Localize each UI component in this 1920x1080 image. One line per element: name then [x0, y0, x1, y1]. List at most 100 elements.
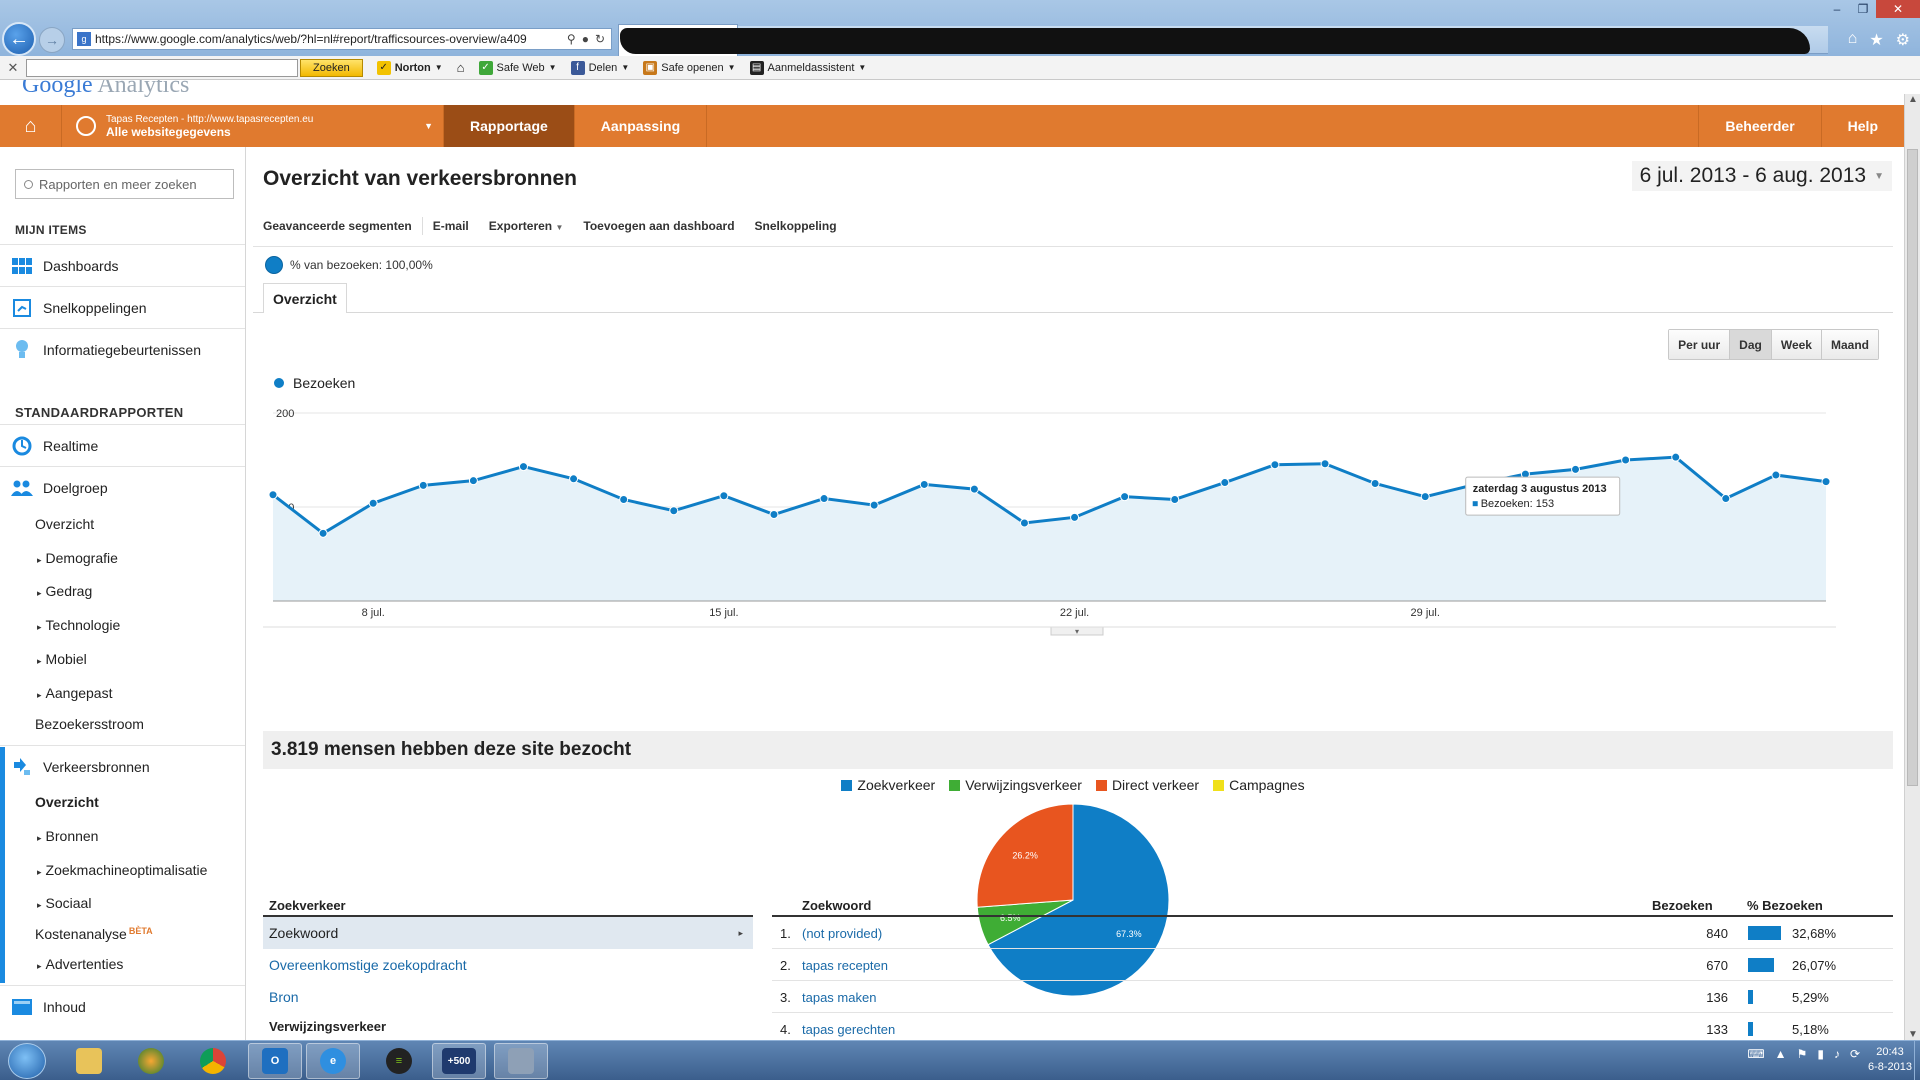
- date-range-picker[interactable]: 6 jul. 2013 - 6 aug. 2013 ▼: [1631, 161, 1892, 191]
- sidebar-item-traffic-sources[interactable]: Verkeersbronnen: [0, 745, 245, 787]
- close-icon[interactable]: ✕: [1876, 0, 1920, 18]
- star-icon[interactable]: ★: [1869, 30, 1883, 50]
- sidebar-item-shortcuts[interactable]: Snelkoppelingen: [0, 286, 245, 328]
- norton-menu[interactable]: ✓ Norton ▼: [376, 60, 443, 75]
- taskbar-chrome[interactable]: [186, 1043, 240, 1079]
- dimension-matched-query[interactable]: Overeenkomstige zoekopdracht: [263, 949, 753, 981]
- safe-open-button[interactable]: ▣ Safe openen ▼: [643, 60, 736, 75]
- sidebar-sub-traffic-overview[interactable]: Overzicht: [35, 794, 99, 810]
- network-icon[interactable]: ▮: [1817, 1047, 1824, 1061]
- visits-line-chart[interactable]: 2001008 jul.15 jul.22 jul.29 jul.▾zaterd…: [253, 393, 1893, 723]
- address-bar[interactable]: g https://www.google.com/analytics/web/?…: [72, 28, 612, 50]
- granularity-week[interactable]: Week: [1770, 330, 1821, 359]
- sidebar-item-content[interactable]: Inhoud: [0, 985, 245, 1027]
- help-link[interactable]: Help: [1820, 105, 1904, 147]
- keyword-link[interactable]: (not provided): [802, 926, 882, 941]
- gear-icon[interactable]: ⚙: [1896, 30, 1910, 50]
- report-search-input[interactable]: Rapporten en meer zoeken: [15, 169, 234, 199]
- email-button[interactable]: E-mail: [423, 219, 479, 233]
- vertical-scrollbar[interactable]: ▲ ▼: [1904, 94, 1920, 1040]
- pie-legend-item[interactable]: Direct verkeer: [1095, 777, 1199, 793]
- back-button[interactable]: ←: [2, 22, 36, 56]
- sidebar-sub-technology[interactable]: ▸ Technologie: [37, 617, 120, 633]
- granularity-month[interactable]: Maand: [1820, 330, 1878, 359]
- pie-legend-item[interactable]: Campagnes: [1213, 777, 1305, 793]
- keyboard-icon[interactable]: ⌨: [1747, 1047, 1764, 1061]
- sync-icon[interactable]: ⟳: [1850, 1047, 1860, 1061]
- clock[interactable]: 20:43 6-8-2013: [1868, 1045, 1912, 1075]
- restore-icon[interactable]: ❐: [1850, 0, 1876, 18]
- granularity-hourly[interactable]: Per uur: [1669, 330, 1730, 359]
- sidebar-sub-seo[interactable]: ▸ Zoekmachineoptimalisatie: [37, 862, 207, 878]
- sidebar-sub-behavior[interactable]: ▸ Gedrag: [37, 583, 92, 599]
- sidebar-sub-advertising[interactable]: ▸ Advertenties: [37, 956, 123, 972]
- column-header-visit-pct[interactable]: % Bezoeken: [1747, 898, 1823, 913]
- taskbar-outlook[interactable]: O: [248, 1043, 302, 1079]
- scrollbar-thumb[interactable]: [1907, 149, 1918, 786]
- flag-icon[interactable]: ⚑: [1797, 1047, 1808, 1061]
- admin-link[interactable]: Beheerder: [1698, 105, 1820, 147]
- taskbar-explorer[interactable]: [62, 1043, 116, 1079]
- sidebar-sub-custom[interactable]: ▸ Aangepast: [37, 685, 112, 701]
- sidebar-sub-demographics[interactable]: ▸ Demografie: [37, 550, 118, 566]
- identity-safe-button[interactable]: ▤ Aanmeldassistent ▼: [749, 60, 866, 75]
- home-button[interactable]: ⌂: [0, 105, 62, 147]
- chart-legend[interactable]: Bezoeken: [274, 375, 355, 391]
- home-icon[interactable]: ⌂: [1848, 30, 1858, 50]
- address-url[interactable]: https://www.google.com/analytics/web/?hl…: [95, 32, 567, 46]
- dimension-source[interactable]: Bron: [263, 981, 753, 1013]
- sidebar-sub-overview[interactable]: Overzicht: [35, 516, 94, 532]
- advanced-segments-button[interactable]: Geavanceerde segmenten: [253, 219, 422, 233]
- scroll-down-icon[interactable]: ▼: [1905, 1029, 1920, 1040]
- taskbar-internet-explorer[interactable]: e: [306, 1043, 360, 1079]
- keyword-link[interactable]: tapas gerechten: [802, 1022, 895, 1037]
- taskbar-media-player[interactable]: [124, 1043, 178, 1079]
- export-button[interactable]: Exporteren ▼: [479, 219, 574, 233]
- sidebar-item-audience[interactable]: Doelgroep: [0, 466, 245, 508]
- taskbar-500px[interactable]: +500: [432, 1043, 486, 1079]
- tab-overview[interactable]: Overzicht: [263, 283, 347, 314]
- forward-button[interactable]: →: [39, 27, 65, 53]
- table-row[interactable]: 4. tapas gerechten 133 5,18%: [772, 1013, 1893, 1040]
- home-toolbar-button[interactable]: ⌂: [457, 60, 465, 75]
- taskbar-app[interactable]: [494, 1043, 548, 1079]
- keyword-link[interactable]: tapas recepten: [802, 958, 888, 973]
- shortcut-button[interactable]: Snelkoppeling: [745, 219, 847, 233]
- sidebar-sub-cost-analysis[interactable]: Kostenanalyse BÈTA: [35, 926, 153, 942]
- column-header-keyword[interactable]: Zoekwoord: [802, 898, 871, 913]
- sidebar-sub-social[interactable]: ▸ Sociaal: [37, 895, 91, 911]
- keyword-link[interactable]: tapas maken: [802, 990, 876, 1005]
- tab-aanpassing[interactable]: Aanpassing: [575, 105, 708, 147]
- toolbar-search-button[interactable]: Zoeken: [300, 58, 363, 77]
- pie-legend-item[interactable]: Zoekverkeer: [841, 777, 935, 793]
- minimize-icon[interactable]: –: [1824, 0, 1850, 18]
- safe-web-button[interactable]: ✓ Safe Web ▼: [478, 60, 557, 75]
- close-toolbar-icon[interactable]: ✕: [0, 60, 26, 76]
- search-icon[interactable]: ⚲: [567, 32, 576, 46]
- sidebar-item-intelligence[interactable]: Informatiegebeurtenissen: [0, 328, 245, 370]
- sidebar-item-realtime[interactable]: Realtime: [0, 424, 245, 466]
- start-button[interactable]: [8, 1043, 46, 1079]
- scroll-up-icon[interactable]: ▲: [1905, 94, 1920, 105]
- google-analytics-logo[interactable]: Google Analytics: [22, 80, 189, 99]
- table-row[interactable]: 3. tapas maken 136 5,29%: [772, 981, 1893, 1013]
- column-header-visits[interactable]: Bezoeken: [1652, 898, 1713, 913]
- add-to-dashboard-button[interactable]: Toevoegen aan dashboard: [573, 219, 744, 233]
- show-desktop-button[interactable]: [1914, 1041, 1920, 1080]
- table-row[interactable]: 2. tapas recepten 670 26,07%: [772, 949, 1893, 981]
- sidebar-sub-visitor-flow[interactable]: Bezoekersstroom: [35, 716, 144, 732]
- taskbar-spotify[interactable]: ≡: [372, 1043, 426, 1079]
- granularity-day[interactable]: Dag: [1729, 330, 1771, 359]
- volume-icon[interactable]: ♪: [1834, 1047, 1840, 1061]
- tab-rapportage[interactable]: Rapportage: [444, 105, 575, 147]
- share-button[interactable]: f Delen ▼: [570, 60, 629, 75]
- sidebar-sub-mobile[interactable]: ▸ Mobiel: [37, 651, 87, 667]
- account-selector[interactable]: Tapas Recepten - http://www.tapasrecepte…: [62, 105, 444, 147]
- refresh-icon[interactable]: ↻: [595, 32, 605, 46]
- sidebar-item-dashboards[interactable]: Dashboards: [0, 244, 245, 286]
- pie-legend-item[interactable]: Verwijzingsverkeer: [949, 777, 1082, 793]
- chevron-up-icon[interactable]: ▲: [1775, 1047, 1787, 1061]
- table-row[interactable]: 1. (not provided) 840 32,68%: [772, 917, 1893, 949]
- sidebar-sub-sources[interactable]: ▸ Bronnen: [37, 828, 98, 844]
- dimension-keyword[interactable]: Zoekwoord ▸: [263, 917, 753, 949]
